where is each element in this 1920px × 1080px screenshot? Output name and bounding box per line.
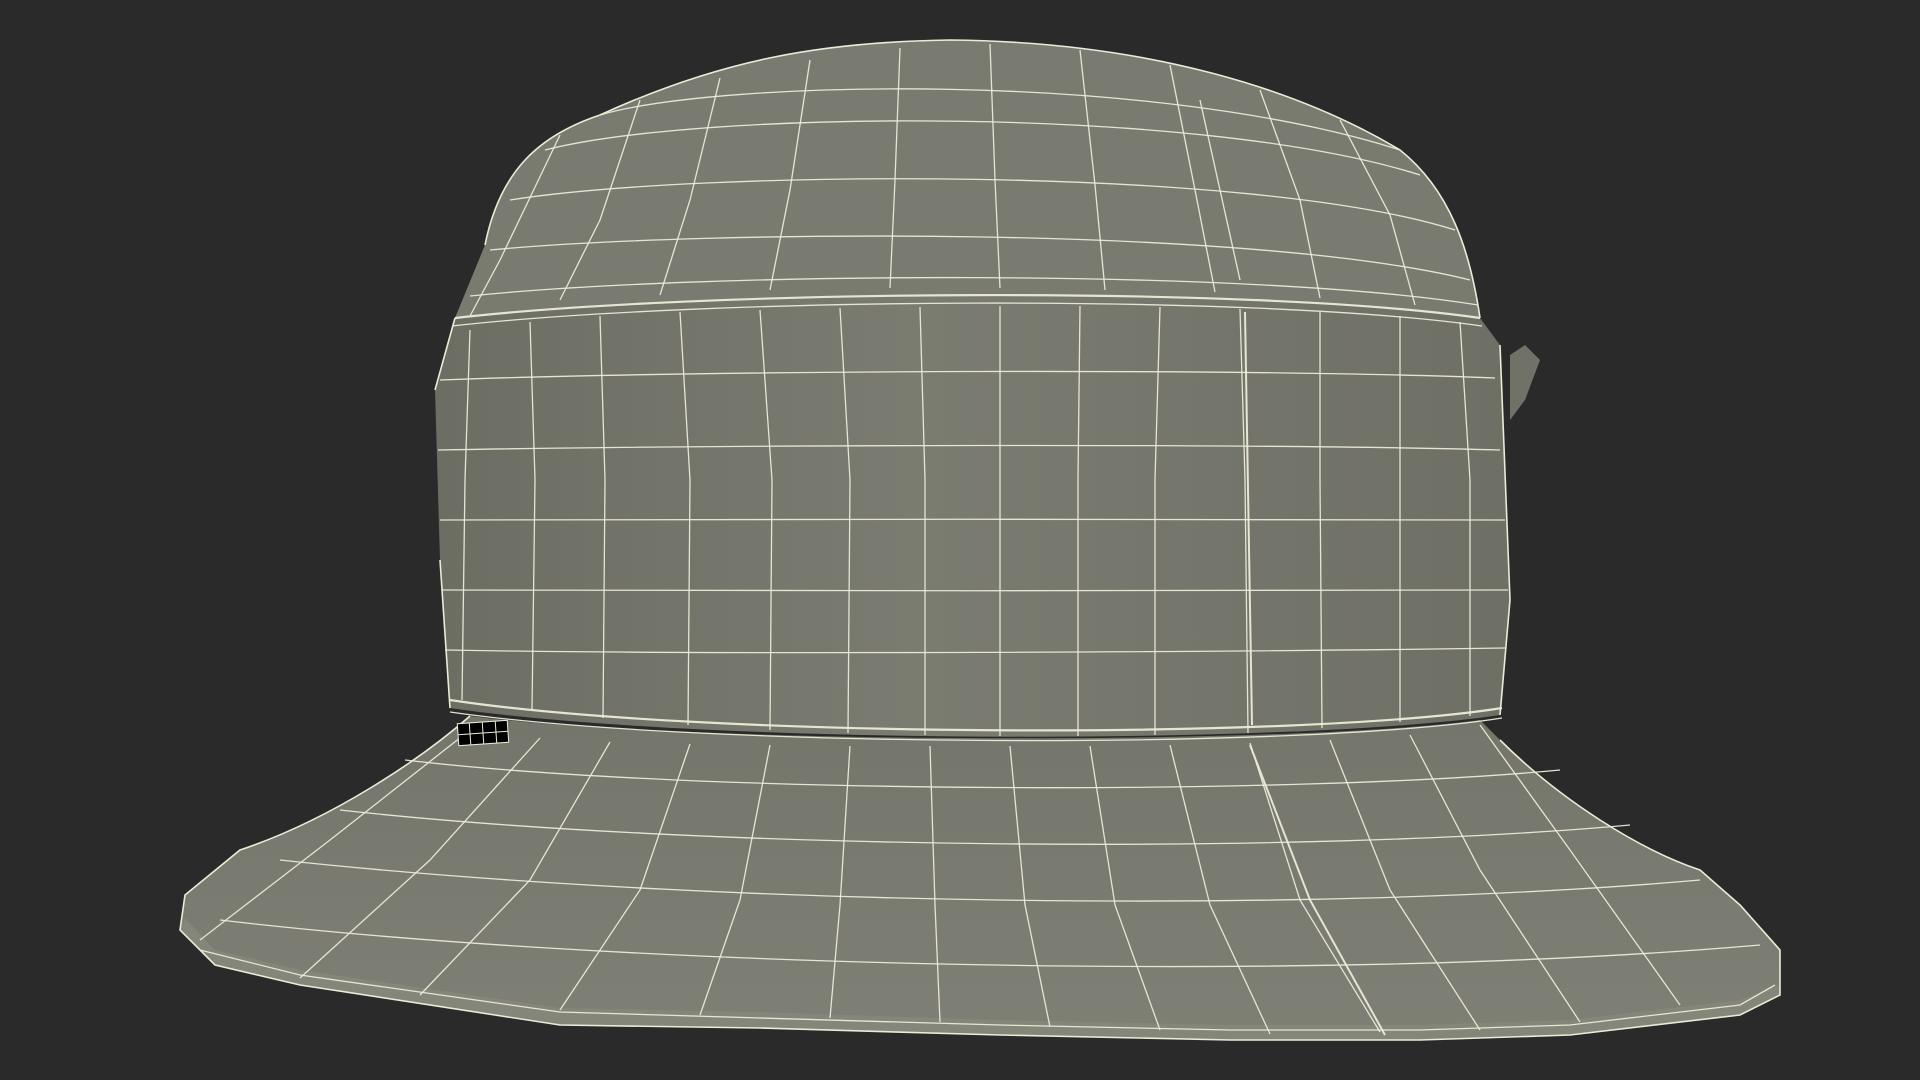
hat-crown-band [435,295,1510,737]
label-patch-grid [456,719,510,747]
3d-viewport[interactable] [0,0,1920,1080]
hat-wireframe-render [179,39,1781,1041]
hat-side-tab [1510,345,1540,420]
